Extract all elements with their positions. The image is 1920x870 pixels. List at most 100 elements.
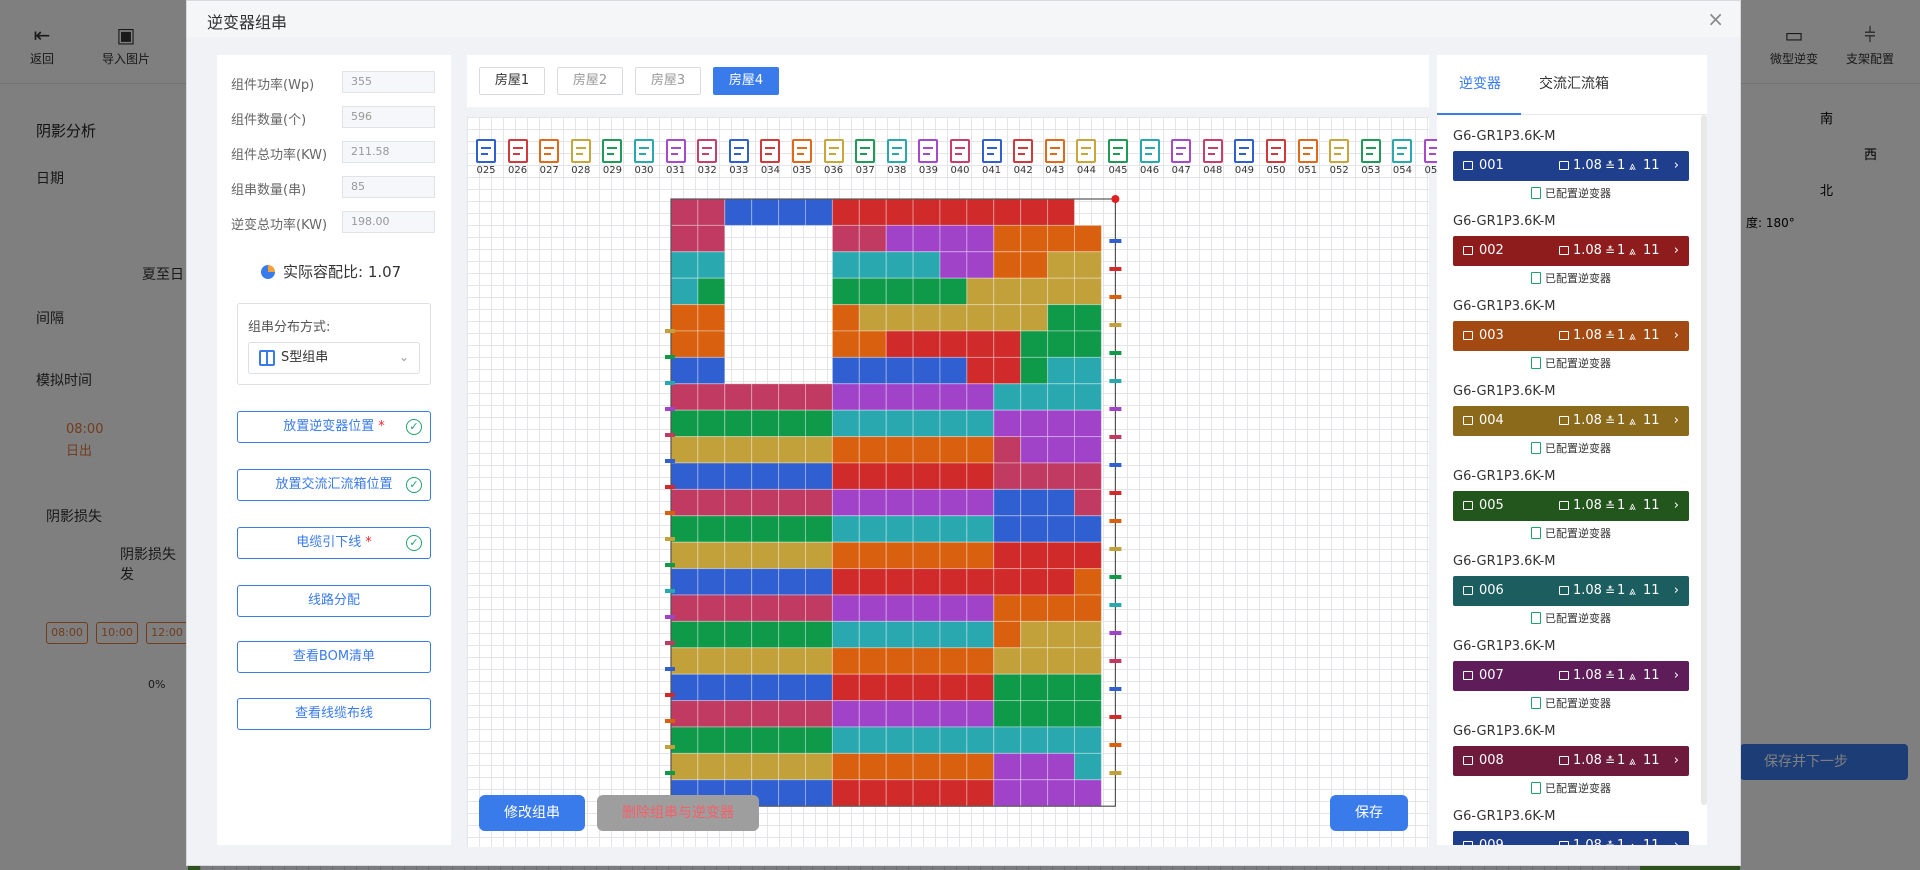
string-terminal-marker[interactable] [665,771,675,775]
string-terminal-marker[interactable] [1109,603,1122,607]
pv-module[interactable] [1074,726,1102,754]
pv-module[interactable] [966,647,995,675]
pv-module[interactable] [939,541,968,570]
pv-module[interactable] [670,673,699,702]
pv-module[interactable] [993,647,1022,675]
pv-module[interactable] [1047,541,1076,570]
pv-module[interactable] [966,277,995,306]
inverter-bar[interactable]: 007 1.08 ≛ 1 ⩓ 11 › [1453,661,1689,691]
pv-module[interactable] [751,541,780,570]
pv-module[interactable] [1074,304,1102,332]
pv-module[interactable] [939,198,968,226]
tab-roof-4[interactable]: 房屋4 [713,67,779,95]
pv-module[interactable] [885,647,914,675]
pv-module[interactable] [858,541,887,570]
pv-module[interactable] [751,383,780,411]
pv-module[interactable] [805,752,833,781]
string-terminal-marker[interactable] [1109,771,1122,775]
pv-module[interactable] [831,726,860,754]
pv-module[interactable] [885,304,914,332]
pv-module[interactable] [778,700,806,728]
tab-roof-2[interactable]: 房屋2 [557,67,623,95]
pv-module[interactable] [670,515,699,543]
inverter-tag[interactable]: 042 [1008,139,1038,183]
pv-module[interactable] [1020,779,1049,807]
pv-module[interactable] [670,726,699,754]
pv-module[interactable] [939,436,968,464]
pv-module[interactable] [697,541,726,570]
inverter-card[interactable]: G6-GR1P3.6K-M 008 1.08 ≛ 1 ⩓ 11 › 已配置逆变器 [1453,724,1693,804]
pv-module[interactable] [912,436,941,464]
inverter-bar[interactable]: 002 1.08 ≛ 1 ⩓ 11 › [1453,236,1689,266]
string-terminal-marker[interactable] [665,693,675,697]
pv-module[interactable] [751,488,780,517]
pv-module[interactable] [939,224,968,253]
pv-module[interactable] [858,594,887,622]
pv-module[interactable] [966,383,995,411]
pv-module[interactable] [858,647,887,675]
pv-module[interactable] [778,488,806,517]
pv-module[interactable] [805,594,833,622]
pv-module[interactable] [1074,541,1102,570]
tab-roof-1[interactable]: 房屋1 [479,67,545,95]
pv-module[interactable] [885,594,914,622]
pv-module[interactable] [858,383,887,411]
pv-module[interactable] [939,409,968,438]
string-terminal-marker[interactable] [665,355,675,359]
pv-module[interactable] [1047,568,1076,596]
tab-inverter[interactable]: 逆变器 [1459,73,1501,93]
pv-module[interactable] [724,620,753,649]
pv-module[interactable] [1020,541,1049,570]
pv-module[interactable] [831,436,860,464]
pv-module[interactable] [1020,647,1049,675]
inverter-tag[interactable]: 054 [1387,139,1417,183]
pv-module[interactable] [1047,330,1076,358]
pv-module[interactable] [912,304,941,332]
pv-module[interactable] [939,330,968,358]
pv-module[interactable] [778,436,806,464]
pv-module[interactable] [831,409,860,438]
pv-module[interactable] [939,620,968,649]
pv-module[interactable] [751,594,780,622]
pv-module[interactable] [805,409,833,438]
pv-module[interactable] [993,541,1022,570]
pv-module[interactable] [1020,462,1049,490]
pv-module[interactable] [670,304,699,332]
pv-module[interactable] [1074,647,1102,675]
pv-module[interactable] [778,620,806,649]
pv-module[interactable] [778,568,806,596]
pv-module[interactable] [778,409,806,438]
string-terminal-marker[interactable] [1109,575,1122,579]
pv-module[interactable] [805,647,833,675]
pv-module[interactable] [993,594,1022,622]
pv-module[interactable] [885,700,914,728]
pv-module[interactable] [912,488,941,517]
pv-module[interactable] [778,726,806,754]
pv-module[interactable] [912,700,941,728]
pv-module[interactable] [1047,436,1076,464]
pv-module[interactable] [993,251,1022,279]
pv-module[interactable] [751,620,780,649]
pv-module[interactable] [858,251,887,279]
pv-module[interactable] [778,515,806,543]
save-button[interactable]: 保存 [1330,795,1408,831]
pv-module[interactable] [805,700,833,728]
string-terminal-marker[interactable] [665,511,675,515]
pv-module[interactable] [993,304,1022,332]
pv-module[interactable] [966,620,995,649]
pv-module[interactable] [751,647,780,675]
pv-module[interactable] [697,436,726,464]
pv-module[interactable] [670,383,699,411]
pv-module[interactable] [805,198,833,226]
pv-module[interactable] [724,488,753,517]
string-terminal-marker[interactable] [1109,659,1122,663]
pv-module[interactable] [805,673,833,702]
pv-module[interactable] [939,251,968,279]
inverter-tag[interactable]: 048 [1198,139,1228,183]
string-terminal-marker[interactable] [665,407,675,411]
pv-module[interactable] [1074,383,1102,411]
pv-module[interactable] [1020,436,1049,464]
inverter-tag[interactable]: 037 [850,139,880,183]
pv-module[interactable] [778,462,806,490]
pv-module[interactable] [993,330,1022,358]
